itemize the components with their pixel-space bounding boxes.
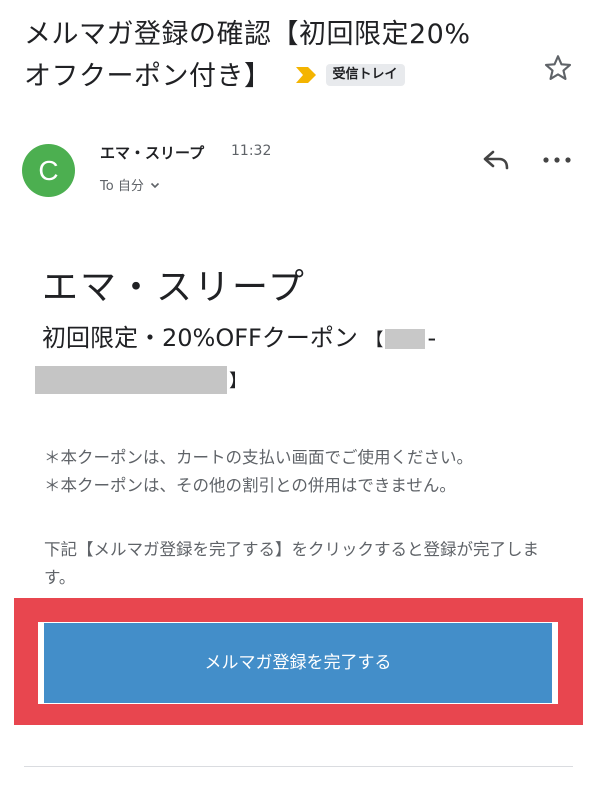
more-icon[interactable] bbox=[540, 148, 574, 172]
code-open-bracket: 【 bbox=[365, 330, 384, 351]
code-visible: - bbox=[427, 324, 437, 352]
coupon-code-line: 】 bbox=[35, 366, 247, 394]
email-subject: メルマガ登録の確認【初回限定20% オフクーポン付き】 受信トレイ bbox=[24, 14, 524, 98]
offer-text: 初回限定・20%OFFクーポン bbox=[42, 324, 358, 352]
star-icon[interactable] bbox=[542, 52, 574, 84]
divider bbox=[24, 766, 573, 767]
recipient-label: To 自分 bbox=[100, 179, 144, 194]
redacted-code-end bbox=[35, 366, 227, 394]
brand-heading: エマ・スリープ bbox=[42, 267, 306, 308]
code-close-bracket: 】 bbox=[229, 371, 247, 392]
complete-registration-button[interactable]: メルマガ登録を完了する bbox=[44, 623, 552, 703]
chevron-down-icon bbox=[150, 182, 159, 188]
label-arrow-icon bbox=[295, 66, 316, 83]
subject-line-1: メルマガ登録の確認【初回限定20% bbox=[24, 19, 471, 50]
note-1: ＊本クーポンは、カートの支払い画面でご使用ください。 bbox=[44, 448, 473, 467]
note-2: ＊本クーポンは、その他の割引との併用はできません。 bbox=[44, 476, 456, 495]
label-chip: 受信トレイ bbox=[325, 63, 405, 86]
coupon-notes: ＊本クーポンは、カートの支払い画面でご使用ください。 ＊本クーポンは、その他の割… bbox=[44, 444, 473, 500]
inbox-label[interactable]: 受信トレイ bbox=[294, 63, 405, 86]
reply-icon[interactable] bbox=[480, 144, 512, 176]
instruction-text: 下記【メルマガ登録を完了する】をクリックすると登録が完了します。 bbox=[44, 540, 539, 587]
offer-line: 初回限定・20%OFFクーポン 【 - bbox=[42, 318, 436, 353]
avatar: C bbox=[22, 144, 75, 197]
subject-line-2: オフクーポン付き】 受信トレイ bbox=[24, 56, 524, 98]
sender-time: 11:32 bbox=[231, 143, 272, 159]
redacted-code-start bbox=[385, 329, 426, 349]
subject-line-2-text: オフクーポン付き】 bbox=[24, 61, 272, 92]
recipient-toggle[interactable]: To 自分 bbox=[100, 175, 161, 194]
sender-name: エマ・スリープ bbox=[100, 144, 205, 162]
